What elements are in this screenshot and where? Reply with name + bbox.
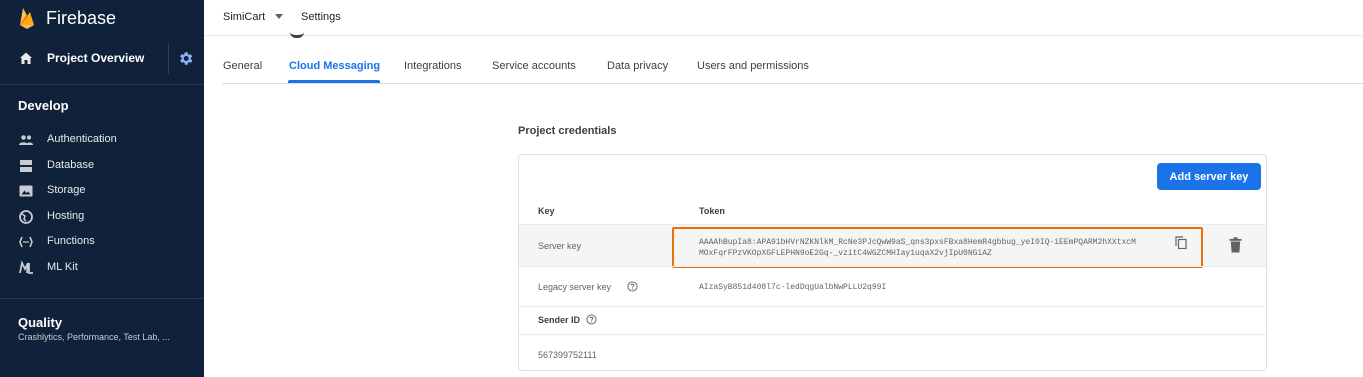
add-server-key-button[interactable]: Add server key	[1157, 163, 1261, 190]
project-selector[interactable]: SimiCart	[223, 11, 265, 23]
table-row-sender-id: Sender ID	[519, 306, 1266, 334]
sender-id-value[interactable]: 567399752111	[538, 350, 597, 360]
sidebar-item-ml-kit[interactable]: ML Kit	[0, 256, 204, 280]
column-header-key: Key	[538, 206, 555, 216]
chevron-down-icon[interactable]	[275, 14, 283, 19]
people-icon	[19, 135, 33, 145]
legacy-key-label: Legacy server key	[538, 282, 612, 292]
project-overview[interactable]: Project Overview	[0, 42, 204, 76]
server-key-label: Server key	[538, 241, 582, 251]
legacy-key-value[interactable]: AIzaSyB851d408l7c-ledDqgUalbNwPLLU2q99I	[699, 283, 886, 292]
sidebar-item-functions[interactable]: Functions	[0, 230, 204, 254]
credentials-card: Add server key Key Token Server key AAAA…	[518, 154, 1267, 371]
table-row-server-key: Server key AAAAhBupIa8:APA91bHVrNZKNlkM_…	[519, 224, 1266, 268]
help-icon[interactable]	[627, 281, 638, 292]
server-key-token[interactable]: AAAAhBupIa8:APA91bHVrNZKNlkM_RcNe3PJcQwW…	[699, 237, 1139, 259]
sidebar-item-label: Hosting	[47, 210, 85, 222]
active-tab-indicator	[288, 80, 380, 83]
overview-divider	[168, 44, 169, 74]
ml-kit-icon	[19, 260, 33, 274]
table-row-sender-value: 567399752111	[519, 334, 1266, 370]
project-overview-label: Project Overview	[47, 51, 145, 65]
sidebar-divider	[0, 298, 204, 299]
breadcrumb: Settings	[301, 11, 341, 23]
quality-subtitle: Crashlytics, Performance, Test Lab, ...	[18, 332, 170, 342]
sidebar-item-label: Database	[47, 159, 95, 171]
firebase-logo-icon	[20, 8, 34, 29]
storage-icon	[19, 185, 33, 197]
tab-data-privacy[interactable]: Data privacy	[607, 60, 668, 72]
trash-icon[interactable]	[1229, 237, 1242, 253]
sidebar-item-storage[interactable]: Storage	[0, 179, 204, 203]
column-header-token: Token	[699, 206, 725, 216]
globe-icon	[19, 210, 33, 224]
sidebar-divider	[0, 84, 204, 85]
project-credentials-title: Project credentials	[518, 125, 617, 137]
home-icon	[20, 52, 32, 64]
sender-id-label: Sender ID	[538, 315, 581, 325]
top-bar: SimiCart Settings	[204, 0, 1363, 36]
sidebar-item-label: Functions	[47, 235, 95, 247]
tab-service-accounts[interactable]: Service accounts	[492, 60, 576, 72]
functions-icon	[19, 236, 33, 248]
settings-tabs: General Cloud Messaging Integrations Ser…	[222, 36, 1363, 84]
brand-name: Firebase	[46, 7, 117, 28]
gear-icon[interactable]	[177, 50, 194, 67]
copy-icon[interactable]	[1175, 236, 1187, 249]
tab-users-and-permissions[interactable]: Users and permissions	[697, 60, 809, 72]
brand[interactable]: Firebase	[18, 4, 116, 32]
sidebar-item-hosting[interactable]: Hosting	[0, 205, 204, 229]
quality-title[interactable]: Quality	[18, 315, 62, 330]
tab-cloud-messaging[interactable]: Cloud Messaging	[289, 60, 380, 72]
sidebar-item-database[interactable]: Database	[0, 154, 204, 178]
table-row-legacy-key: Legacy server key AIzaSyB851d408l7c-ledD…	[519, 266, 1266, 306]
sidebar-item-authentication[interactable]: Authentication	[0, 128, 204, 152]
develop-title: Develop	[18, 98, 69, 113]
sidebar: Firebase Project Overview Develop Authen…	[0, 0, 204, 377]
server-key-token-highlight: AAAAhBupIa8:APA91bHVrNZKNlkM_RcNe3PJcQwW…	[672, 227, 1203, 268]
sidebar-item-label: Storage	[47, 184, 86, 196]
help-icon[interactable]	[586, 314, 597, 325]
database-icon	[20, 160, 32, 172]
sidebar-item-label: ML Kit	[47, 261, 78, 273]
tab-integrations[interactable]: Integrations	[404, 60, 461, 72]
tab-general[interactable]: General	[223, 60, 262, 72]
sidebar-item-label: Authentication	[47, 133, 117, 145]
